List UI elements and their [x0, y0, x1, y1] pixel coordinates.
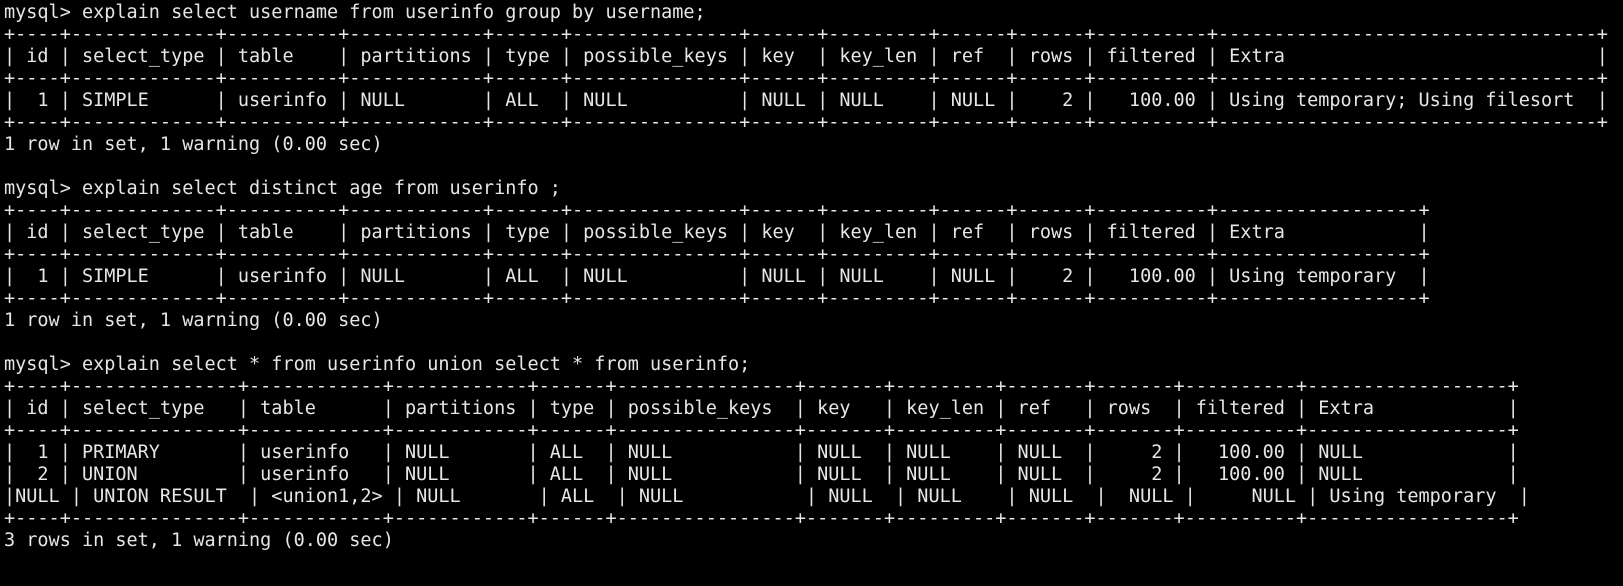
table-rule-header: +----+---------------+------------+-----… — [4, 420, 1519, 441]
table-rule-top: +----+---------------+------------+-----… — [4, 376, 1519, 397]
status-line: 1 row in set, 1 warning (0.00 sec) — [4, 310, 383, 331]
table-rule-bottom: +----+-------------+----------+---------… — [4, 112, 1608, 133]
table-row: | 1 | PRIMARY | userinfo | NULL | ALL | … — [4, 442, 1519, 463]
table-rule-top: +----+-------------+----------+---------… — [4, 200, 1430, 221]
terminal-output[interactable]: mysql> explain select username from user… — [0, 0, 1623, 586]
command-line[interactable]: mysql> explain select distinct age from … — [4, 178, 1623, 200]
table-rule-bottom: +----+-------------+----------+---------… — [4, 288, 1430, 309]
table-header-row: | id | select_type | table | partitions … — [4, 398, 1519, 419]
table-rule-bottom: +----+---------------+------------+-----… — [4, 508, 1519, 529]
table-rule-header: +----+-------------+----------+---------… — [4, 244, 1430, 265]
table-row: | 1 | SIMPLE | userinfo | NULL | ALL | N… — [4, 266, 1430, 287]
status-line: 3 rows in set, 1 warning (0.00 sec) — [4, 530, 394, 551]
table-row: | 1 | SIMPLE | userinfo | NULL | ALL | N… — [4, 90, 1608, 111]
table-header-row: | id | select_type | table | partitions … — [4, 46, 1608, 67]
command-line[interactable]: mysql> explain select * from userinfo un… — [4, 354, 1623, 376]
table-rule-top: +----+-------------+----------+---------… — [4, 24, 1608, 45]
table-rule-header: +----+-------------+----------+---------… — [4, 68, 1608, 89]
table-row: |NULL | UNION RESULT | <union1,2> | NULL… — [4, 486, 1530, 507]
command-line[interactable]: mysql> explain select username from user… — [4, 2, 1623, 24]
table-row: | 2 | UNION | userinfo | NULL | ALL | NU… — [4, 464, 1519, 485]
status-line: 1 row in set, 1 warning (0.00 sec) — [4, 134, 383, 155]
table-header-row: | id | select_type | table | partitions … — [4, 222, 1430, 243]
